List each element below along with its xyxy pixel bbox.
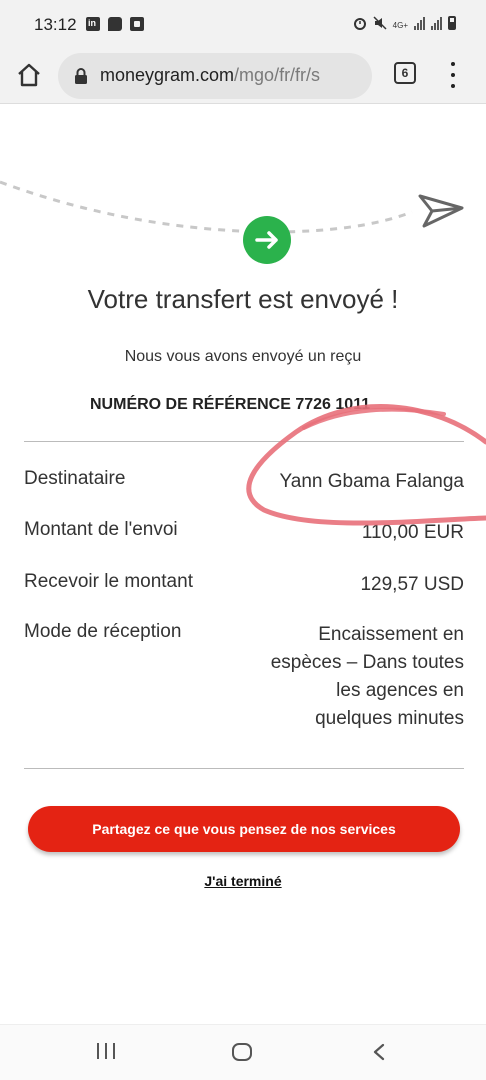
notification-icons — [86, 17, 144, 31]
detail-row-receive-amount: Recevoir le montant 129,57 USD — [24, 571, 464, 599]
detail-label: Recevoir le montant — [24, 571, 193, 592]
divider-bottom — [24, 768, 464, 769]
detail-label: Mode de réception — [24, 621, 182, 642]
tab-switcher-button[interactable]: 6 — [394, 62, 416, 84]
system-icons: 4G+ — [353, 16, 456, 30]
detail-label: Montant de l'envoi — [24, 519, 178, 540]
feedback-button[interactable]: Partagez ce que vous pensez de nos servi… — [28, 806, 460, 852]
receipt-notice: Nous vous avons envoyé un reçu — [124, 348, 362, 365]
alarm-icon — [353, 18, 366, 30]
recent-apps-icon[interactable] — [97, 1043, 115, 1059]
more-vert-icon[interactable] — [448, 62, 458, 88]
signal-2-icon — [431, 17, 442, 30]
detail-row-delivery-mode: Mode de réception Encaissement en espèce… — [24, 621, 464, 733]
detail-value: 129,57 USD — [360, 574, 464, 595]
network-type: 4G+ — [392, 21, 408, 30]
nav-home-icon[interactable] — [232, 1043, 252, 1061]
linkedin-icon — [86, 17, 100, 31]
home-icon[interactable] — [16, 62, 42, 88]
done-link-label[interactable]: J'ai terminé — [204, 873, 281, 889]
paper-plane-icon — [418, 194, 464, 228]
url-path: /mgo/fr/fr/s — [234, 65, 321, 85]
message-icon — [108, 17, 122, 31]
handwritten-annotation — [246, 404, 486, 526]
mute-icon — [373, 16, 387, 30]
browser-toolbar: moneygram.com/mgo/fr/fr/s 6 — [0, 48, 486, 104]
arrow-right-icon — [255, 231, 278, 249]
done-link[interactable]: J'ai terminé — [0, 873, 486, 889]
app-notification-icon — [130, 17, 144, 31]
detail-label: Destinataire — [24, 468, 126, 489]
back-icon[interactable] — [372, 1043, 386, 1061]
address-bar[interactable]: moneygram.com/mgo/fr/fr/s — [58, 53, 372, 99]
page-title: Votre transfert est envoyé ! — [87, 284, 399, 314]
success-icon — [243, 216, 291, 264]
system-nav-bar — [0, 1024, 486, 1080]
detail-value: Encaissement en espèces – Dans toutes le… — [270, 624, 464, 729]
battery-icon — [448, 16, 456, 30]
lock-icon — [75, 68, 87, 84]
status-time: 13:12 — [34, 15, 77, 34]
url-domain: moneygram.com — [100, 65, 235, 85]
signal-icon — [414, 17, 425, 30]
status-bar: 13:12 4G+ — [0, 0, 486, 48]
url-text: moneygram.com/mgo/fr/fr/s — [100, 65, 320, 86]
